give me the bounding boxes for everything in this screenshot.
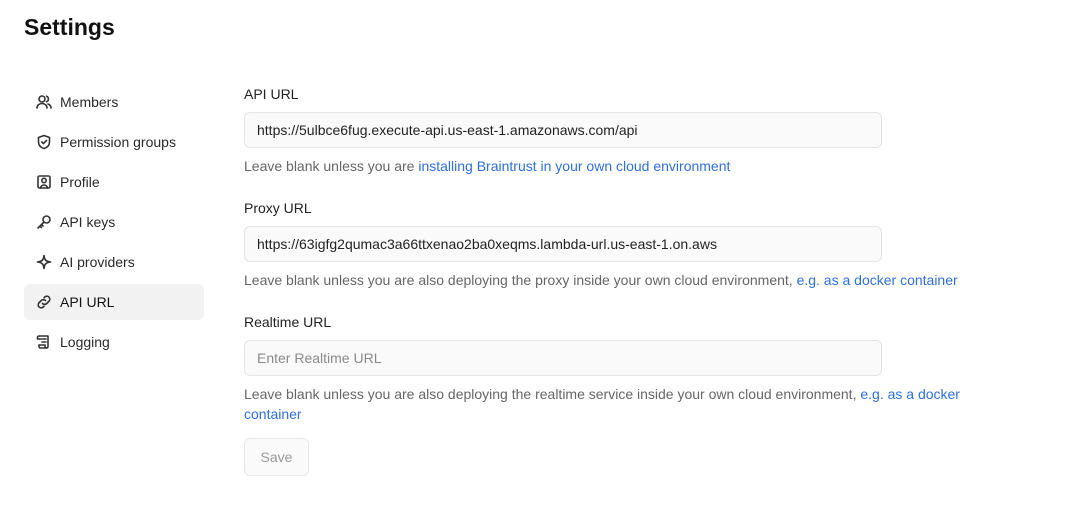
installing-braintrust-link[interactable]: installing Braintrust in your own cloud … xyxy=(418,158,730,174)
realtime-url-label: Realtime URL xyxy=(244,314,332,330)
api-url-label: API URL xyxy=(244,86,299,102)
sidebar-item-label: Profile xyxy=(60,174,100,190)
link-icon xyxy=(37,295,51,309)
sidebar-item-label: Members xyxy=(60,94,119,110)
sidebar-item-ai-providers[interactable]: AI providers xyxy=(24,244,204,280)
settings-sidebar: Members Permission groups Profile API ke… xyxy=(24,84,204,364)
sidebar-item-logging[interactable]: Logging xyxy=(24,324,204,360)
key-icon xyxy=(37,215,51,229)
api-url-field: API URL Leave blank unless you are insta… xyxy=(244,84,1004,176)
save-button[interactable]: Save xyxy=(244,438,309,476)
sidebar-item-label: API URL xyxy=(60,294,115,310)
sidebar-item-members[interactable]: Members xyxy=(24,84,204,120)
api-url-input[interactable] xyxy=(244,112,882,148)
sidebar-item-api-url[interactable]: API URL xyxy=(24,284,204,320)
page-title: Settings xyxy=(24,14,115,40)
docker-container-link[interactable]: e.g. as a docker container xyxy=(797,272,958,288)
sparkle-icon xyxy=(36,254,52,270)
scroll-icon xyxy=(36,335,49,349)
help-text: Leave blank unless you are also deployin… xyxy=(244,386,861,402)
realtime-url-input[interactable] xyxy=(244,340,882,376)
sidebar-item-label: Permission groups xyxy=(60,134,176,150)
proxy-url-field: Proxy URL Leave blank unless you are als… xyxy=(244,198,1004,290)
realtime-url-help: Leave blank unless you are also deployin… xyxy=(244,384,1004,424)
realtime-url-field: Realtime URL Leave blank unless you are … xyxy=(244,312,1004,424)
profile-icon xyxy=(37,175,51,189)
shield-check-icon xyxy=(37,134,51,150)
proxy-url-label: Proxy URL xyxy=(244,200,312,216)
sidebar-item-label: AI providers xyxy=(60,254,135,270)
users-icon xyxy=(36,95,52,109)
api-url-help: Leave blank unless you are installing Br… xyxy=(244,156,1004,176)
sidebar-item-api-keys[interactable]: API keys xyxy=(24,204,204,240)
help-text: Leave blank unless you are also deployin… xyxy=(244,272,797,288)
sidebar-item-permission-groups[interactable]: Permission groups xyxy=(24,124,204,160)
sidebar-item-profile[interactable]: Profile xyxy=(24,164,204,200)
proxy-url-help: Leave blank unless you are also deployin… xyxy=(244,270,1004,290)
sidebar-item-label: API keys xyxy=(60,214,116,230)
api-url-form: API URL Leave blank unless you are insta… xyxy=(244,84,1004,476)
sidebar-item-label: Logging xyxy=(60,334,110,350)
help-text: Leave blank unless you are xyxy=(244,158,419,174)
proxy-url-input[interactable] xyxy=(244,226,882,262)
